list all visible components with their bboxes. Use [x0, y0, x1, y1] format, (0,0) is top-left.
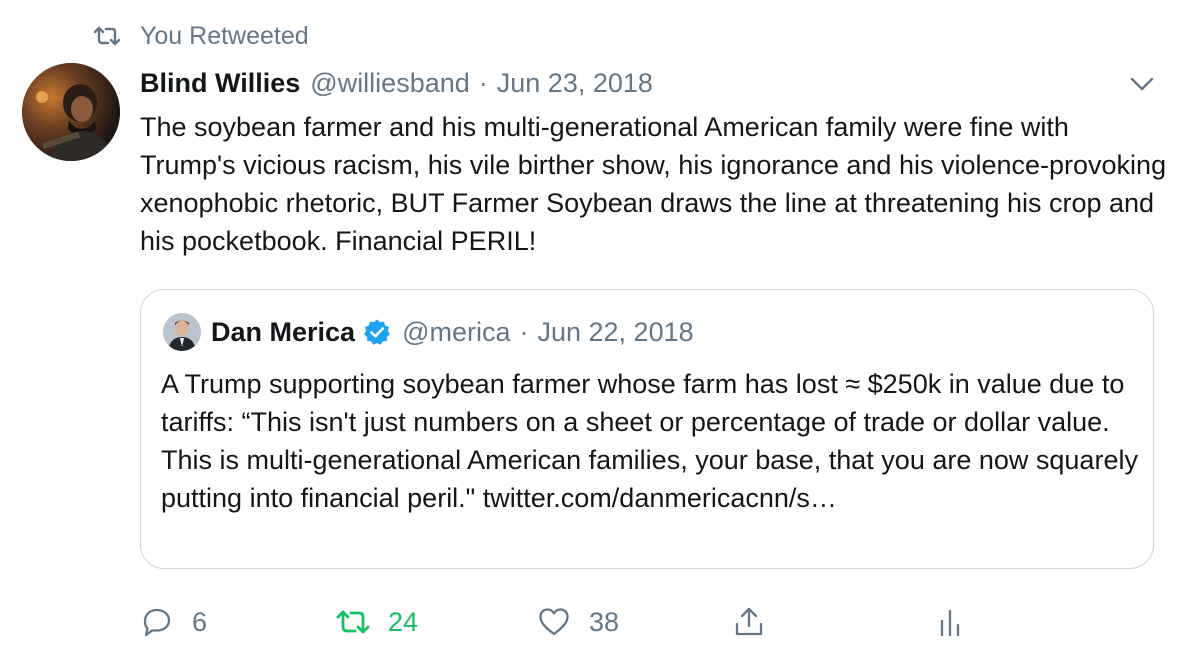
- like-count: 38: [589, 606, 620, 637]
- quoted-author-handle[interactable]: @merica: [402, 317, 510, 348]
- share-button[interactable]: [732, 600, 784, 644]
- retweet-button[interactable]: 24: [336, 600, 418, 644]
- tweet-text: The soybean farmer and his multi-generat…: [140, 112, 1167, 256]
- analytics-icon: [933, 605, 967, 639]
- tweet-header: Blind Willies @williesband · Jun 23, 201…: [140, 64, 653, 102]
- like-button[interactable]: 38: [537, 600, 619, 644]
- separator-dot: ·: [478, 67, 488, 98]
- reply-icon: [140, 605, 174, 639]
- retweet-banner: You Retweeted: [92, 20, 309, 52]
- author-handle[interactable]: @williesband: [310, 68, 469, 99]
- quoted-avatar[interactable]: [163, 313, 201, 351]
- quoted-tweet[interactable]: Dan Merica @merica · Jun 22, 2018 A Trum…: [140, 289, 1154, 569]
- retweet-icon: [92, 21, 122, 51]
- reply-button[interactable]: 6: [140, 600, 207, 644]
- retweet-count: 24: [388, 606, 419, 637]
- tweet-date[interactable]: Jun 23, 2018: [497, 68, 653, 99]
- reply-count: 6: [192, 606, 208, 637]
- retweet-active-icon: [336, 605, 370, 639]
- quoted-separator-dot: ·: [519, 316, 529, 347]
- tweet-actions: 6 24 38: [140, 600, 1170, 644]
- author-name[interactable]: Blind Willies: [140, 68, 300, 99]
- avatar[interactable]: [22, 63, 120, 161]
- retweet-banner-label: You Retweeted: [140, 21, 309, 50]
- quoted-author-name[interactable]: Dan Merica: [211, 317, 355, 348]
- verified-badge-icon: [362, 317, 392, 347]
- share-icon: [732, 605, 766, 639]
- chevron-down-icon: [1129, 76, 1155, 92]
- quoted-tweet-header: Dan Merica @merica · Jun 22, 2018: [211, 312, 694, 352]
- analytics-button[interactable]: [933, 600, 985, 644]
- quoted-tweet-text: A Trump supporting soybean farmer whose …: [161, 369, 1138, 513]
- quoted-tweet-date[interactable]: Jun 22, 2018: [537, 317, 693, 348]
- heart-icon: [537, 605, 571, 639]
- more-options-button[interactable]: [1128, 70, 1156, 98]
